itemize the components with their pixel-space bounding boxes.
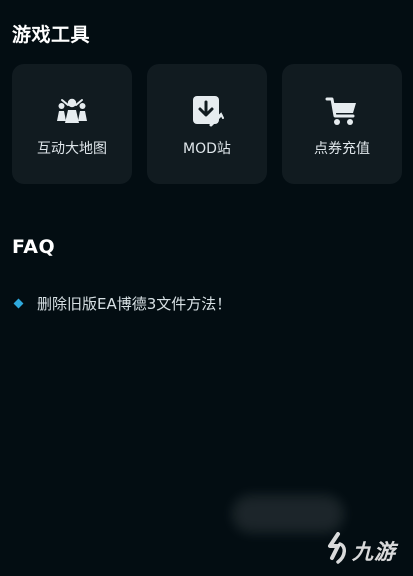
game-tools-title: 游戏工具 [12,24,91,46]
shopping-cart-icon [325,97,356,125]
tool-recharge-button[interactable]: 点券充值 [282,64,402,184]
faq-link-text: 删除旧版EA博德3文件方法！ [37,295,232,313]
tool-label: 点券充值 [314,141,370,157]
jiuyou-logo-icon [328,532,346,564]
people-map-icon [57,98,87,123]
tool-interactive-map-button[interactable]: 互动大地图 [12,64,132,184]
game-tools-grid: 互动大地图 MOD站 点券充值 [12,64,402,184]
jiuyou-watermark: 九游 [322,530,412,570]
diamond-bullet-icon [13,298,24,309]
faq-item[interactable]: 删除旧版EA博德3文件方法！ [12,290,402,318]
tool-label: MOD站 [183,141,231,157]
watermark-text: 九游 [352,540,396,564]
blurred-overlay [232,495,344,533]
tool-mod-site-button[interactable]: MOD站 [147,64,267,184]
faq-list: 删除旧版EA博德3文件方法！ [12,290,402,318]
download-arrow-icon [193,96,224,127]
tool-label: 互动大地图 [37,141,107,157]
faq-title: FAQ [12,236,56,258]
